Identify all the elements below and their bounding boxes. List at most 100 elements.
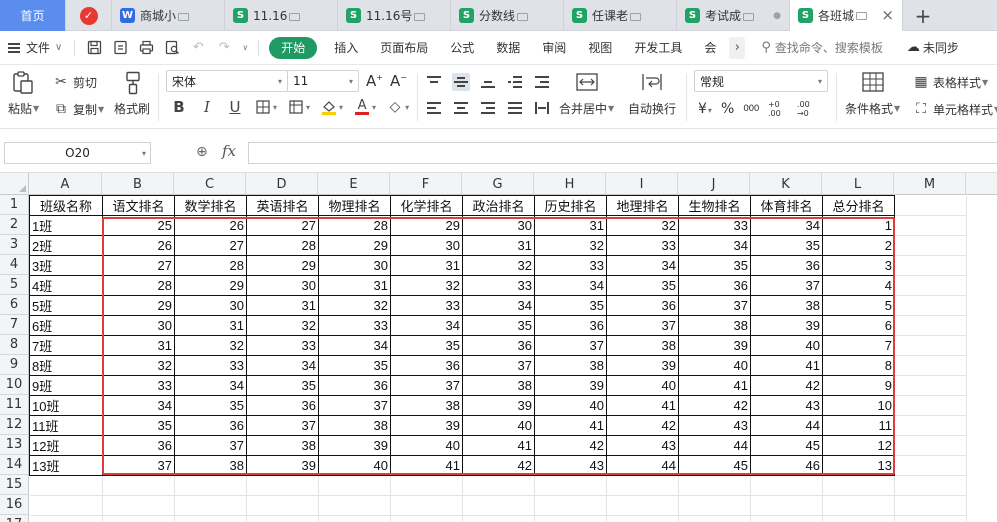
rank-cell[interactable]: 35 [246, 375, 319, 396]
rank-cell[interactable]: 38 [462, 375, 535, 396]
column-header[interactable]: L [822, 173, 894, 195]
copy-button[interactable]: ⧉ 复制 ▼ [52, 100, 104, 118]
header-cell[interactable]: 政治排名 [462, 195, 535, 216]
empty-cell[interactable] [678, 495, 751, 516]
empty-cell[interactable] [462, 495, 535, 516]
rank-cell[interactable]: 41 [678, 375, 751, 396]
empty-cell[interactable] [894, 375, 967, 396]
conditional-format-button[interactable]: 条件格式 ▼ [845, 100, 900, 117]
rank-cell[interactable]: 39 [678, 335, 751, 356]
rank-cell[interactable]: 35 [318, 355, 391, 376]
rank-cell[interactable]: 30 [462, 215, 535, 236]
rank-cell[interactable]: 13 [822, 455, 895, 476]
rank-cell[interactable]: 4 [822, 275, 895, 296]
empty-cell[interactable] [894, 335, 967, 356]
rank-cell[interactable]: 40 [678, 355, 751, 376]
rank-cell[interactable]: 7 [822, 335, 895, 356]
row-header[interactable]: 6 [0, 295, 28, 315]
class-name-cell[interactable]: 11班 [29, 415, 103, 436]
class-name-cell[interactable]: 6班 [29, 315, 103, 336]
conditional-format-icon[interactable] [862, 71, 884, 93]
increase-indent-icon[interactable] [533, 73, 551, 91]
command-search[interactable]: ⚲ 查找命令、搜索模板 [755, 39, 889, 56]
rank-cell[interactable]: 34 [462, 295, 535, 316]
chevron-down-icon[interactable]: ∨ [242, 43, 248, 52]
cell-table[interactable]: 班级名称 语文排名 数学排名 英语排名 物理排名 化学排名 政治排名 历史排名 地理排名 生物排名… [29, 195, 967, 522]
percent-icon[interactable]: % [721, 101, 734, 117]
rank-cell[interactable]: 39 [462, 395, 535, 416]
select-all-corner[interactable] [0, 173, 29, 195]
save-icon[interactable] [85, 39, 103, 57]
rank-cell[interactable]: 39 [606, 355, 679, 376]
rank-cell[interactable]: 11 [822, 415, 895, 436]
rank-cell[interactable]: 40 [318, 455, 391, 476]
undo-icon[interactable]: ↶ [189, 39, 207, 57]
tab-document[interactable]: S 任课老 [564, 0, 677, 31]
rank-cell[interactable]: 46 [750, 455, 823, 476]
export-pdf-icon[interactable] [111, 39, 129, 57]
rank-cell[interactable]: 40 [390, 435, 463, 456]
class-name-cell[interactable]: 12班 [29, 435, 103, 456]
rank-cell[interactable]: 42 [606, 415, 679, 436]
rank-cell[interactable]: 37 [174, 435, 247, 456]
row-header[interactable]: 16 [0, 495, 28, 515]
format-painter-icon[interactable] [122, 71, 144, 95]
tab-document[interactable]: S 考试成 ● [677, 0, 790, 31]
rank-cell[interactable]: 40 [750, 335, 823, 356]
empty-cell[interactable] [894, 355, 967, 376]
rank-cell[interactable]: 33 [174, 355, 247, 376]
rank-cell[interactable]: 34 [750, 215, 823, 236]
print-preview-icon[interactable] [163, 39, 181, 57]
empty-cell[interactable] [462, 515, 535, 522]
merge-center-button[interactable]: 合并居中 ▼ [559, 100, 614, 117]
align-top-icon[interactable] [425, 73, 443, 91]
empty-cell[interactable] [246, 475, 319, 496]
rank-cell[interactable]: 29 [246, 255, 319, 276]
rank-cell[interactable]: 31 [534, 215, 607, 236]
tab-ribbon[interactable]: 会 [693, 31, 727, 65]
column-header[interactable]: M [894, 173, 966, 195]
rank-cell[interactable]: 35 [750, 235, 823, 256]
rank-cell[interactable]: 34 [318, 335, 391, 356]
tab-document[interactable]: S 11.16号 [338, 0, 451, 31]
empty-cell[interactable] [678, 475, 751, 496]
tab-ribbon[interactable]: 开始 [269, 36, 318, 59]
rank-cell[interactable]: 6 [822, 315, 895, 336]
empty-cell[interactable] [102, 495, 175, 516]
empty-cell[interactable] [318, 475, 391, 496]
rank-cell[interactable]: 42 [462, 455, 535, 476]
wrap-text-button[interactable]: 自动换行 [628, 100, 676, 117]
rank-cell[interactable]: 35 [390, 335, 463, 356]
rank-cell[interactable]: 38 [534, 355, 607, 376]
wrap-text-icon[interactable] [641, 71, 663, 93]
table-style-button[interactable]: ▦ 表格样式 ▼ [912, 73, 988, 91]
rank-cell[interactable]: 39 [246, 455, 319, 476]
empty-cell[interactable] [390, 495, 463, 516]
column-header[interactable]: K [750, 173, 822, 195]
column-header[interactable]: J [678, 173, 750, 195]
align-bottom-icon[interactable] [479, 73, 497, 91]
class-name-cell[interactable]: 3班 [29, 255, 103, 276]
tab-ribbon[interactable]: 视图 [577, 31, 623, 65]
rank-cell[interactable]: 37 [318, 395, 391, 416]
spreadsheet-grid[interactable]: ABCDEFGHIJKLM 1234567891011121314151617 … [0, 173, 997, 522]
rank-cell[interactable]: 38 [318, 415, 391, 436]
thousands-separator-icon[interactable]: 000 [743, 104, 759, 114]
class-name-cell[interactable]: 4班 [29, 275, 103, 296]
rank-cell[interactable]: 29 [102, 295, 175, 316]
underline-icon[interactable]: U [226, 98, 244, 116]
empty-cell[interactable] [29, 495, 103, 516]
rank-cell[interactable]: 40 [534, 395, 607, 416]
distribute-icon[interactable] [533, 99, 551, 117]
empty-cell[interactable] [894, 295, 967, 316]
rank-cell[interactable]: 35 [462, 315, 535, 336]
rank-cell[interactable]: 38 [174, 455, 247, 476]
rank-cell[interactable]: 43 [678, 415, 751, 436]
eraser-icon[interactable]: ◇ [386, 98, 404, 116]
rank-cell[interactable]: 33 [534, 255, 607, 276]
rank-cell[interactable]: 40 [606, 375, 679, 396]
header-cell[interactable]: 班级名称 [29, 195, 103, 216]
rank-cell[interactable]: 27 [246, 215, 319, 236]
rank-cell[interactable]: 32 [174, 335, 247, 356]
rank-cell[interactable]: 33 [246, 335, 319, 356]
